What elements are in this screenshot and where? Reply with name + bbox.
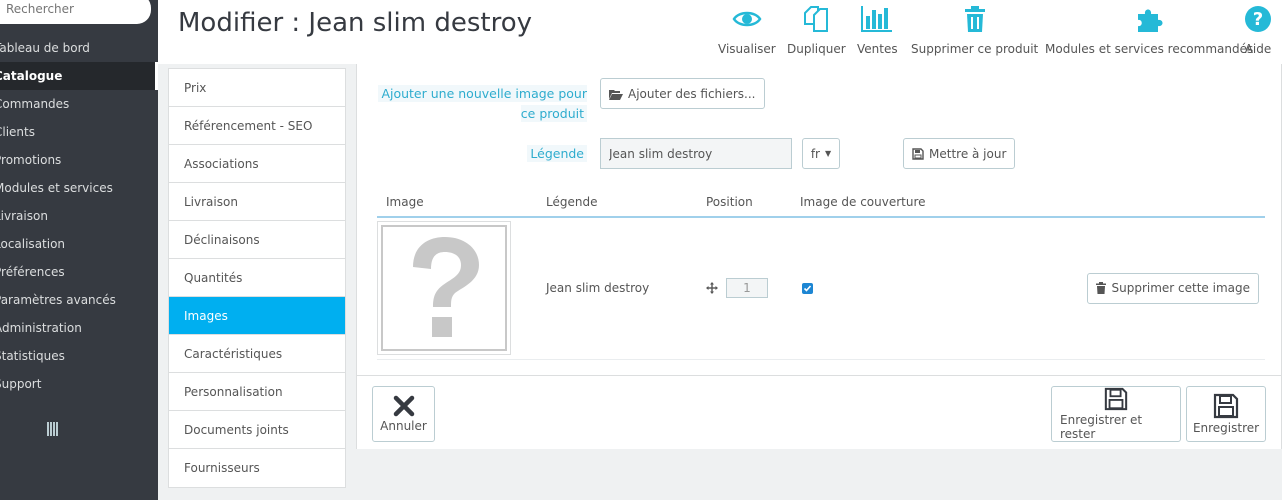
trash-icon [964, 6, 985, 32]
image-legend-cell: Jean slim destroy [537, 217, 697, 360]
sidebar-item-customers[interactable]: Clients [0, 118, 158, 146]
save-icon [912, 147, 924, 160]
sidebar-item-dashboard[interactable]: Tableau de bord [0, 34, 158, 62]
add-image-label: Ajouter une nouvelle image pour ce produ… [367, 84, 587, 124]
sidebar-item-stats[interactable]: Statistiques [0, 342, 158, 370]
column-header-position: Position [697, 188, 791, 218]
product-tabs: Prix Référencement - SEO Associations Li… [168, 68, 346, 488]
table-row: Jean slim destroy 1 Supprimer cette imag… [377, 217, 1265, 360]
caret-down-icon: ▼ [825, 149, 832, 158]
tab-quantities[interactable]: Quantités [169, 259, 345, 297]
folder-open-icon [609, 89, 623, 100]
page-title: Modifier : Jean slim destroy [178, 8, 532, 38]
search-input[interactable] [0, 0, 151, 24]
save-and-stay-button[interactable]: Enregistrer et rester [1051, 386, 1181, 442]
tab-combinations[interactable]: Déclinaisons [169, 221, 345, 259]
sidebar-item-advanced-parameters[interactable]: Paramètres avancés [0, 286, 158, 314]
update-button[interactable]: Mettre à jour [903, 138, 1016, 169]
image-cell [377, 217, 537, 360]
tab-associations[interactable]: Associations [169, 145, 345, 183]
tab-customization[interactable]: Personnalisation [169, 373, 345, 411]
eye-icon [732, 11, 762, 27]
column-header-cover: Image de couverture [791, 188, 941, 218]
position-value: 1 [726, 278, 768, 299]
images-panel: Ajouter une nouvelle image pour ce produ… [356, 64, 1282, 449]
delete-image-button[interactable]: Supprimer cette image [1087, 272, 1259, 304]
column-header-legend: Légende [537, 188, 697, 218]
actions-cell: Supprimer cette image [941, 217, 1265, 360]
tab-suppliers[interactable]: Fournisseurs [169, 449, 345, 487]
sidebar-item-administration[interactable]: Administration [0, 314, 158, 342]
tab-features[interactable]: Caractéristiques [169, 335, 345, 373]
column-header-actions [941, 188, 1265, 218]
sidebar-item-catalog[interactable]: Catalogue [0, 62, 158, 90]
sidebar-item-shipping[interactable]: Livraison [0, 202, 158, 230]
save-icon [1213, 393, 1239, 419]
trash-icon [1096, 282, 1107, 295]
add-files-button[interactable]: Ajouter des fichiers... [600, 78, 765, 109]
puzzle-icon [1138, 9, 1163, 32]
language-dropdown[interactable]: fr ▼ [802, 138, 840, 169]
delete-product-button[interactable]: Supprimer ce produit [911, 4, 1038, 56]
sidebar-item-preferences[interactable]: Préférences [0, 258, 158, 286]
save-icon [1104, 387, 1128, 411]
page-header: Modifier : Jean slim destroy Visualiser … [158, 0, 1282, 64]
drag-handle-icon[interactable] [706, 282, 718, 295]
help-button[interactable]: ? Aide [1243, 4, 1273, 56]
legend-input[interactable] [600, 138, 792, 169]
view-button[interactable]: Visualiser [718, 4, 776, 56]
save-button[interactable]: Enregistrer [1186, 386, 1266, 442]
tab-images[interactable]: Images [169, 297, 345, 335]
column-header-image: Image [377, 188, 537, 218]
cancel-button[interactable]: Annuler [372, 386, 435, 442]
sidebar-menu: Tableau de bord Catalogue Commandes Clie… [0, 34, 158, 398]
recommended-modules-button[interactable]: Modules et services recommandés [1045, 4, 1253, 56]
admin-sidebar: Tableau de bord Catalogue Commandes Clie… [0, 0, 158, 500]
cover-cell [791, 217, 941, 360]
placeholder-question-icon [413, 237, 479, 338]
menu-collapse-icon[interactable] [47, 422, 59, 436]
tab-shipping[interactable]: Livraison [169, 183, 345, 221]
tab-attachments[interactable]: Documents joints [169, 411, 345, 449]
sidebar-item-support[interactable]: Support [0, 370, 158, 398]
bar-chart-icon [861, 6, 893, 32]
help-icon: ? [1245, 6, 1271, 32]
images-table: Image Légende Position Image de couvertu… [377, 188, 1265, 360]
svg-text:?: ? [1253, 9, 1263, 30]
sidebar-item-localization[interactable]: Localisation [0, 230, 158, 258]
search-box [0, 0, 151, 24]
sidebar-item-promotions[interactable]: Promotions [0, 146, 158, 174]
tab-seo[interactable]: Référencement - SEO [169, 107, 345, 145]
sales-button[interactable]: Ventes [857, 4, 898, 56]
close-icon [393, 395, 414, 417]
tab-prices[interactable]: Prix [169, 69, 345, 107]
position-cell: 1 [697, 217, 791, 360]
cover-checkbox[interactable] [802, 282, 813, 294]
duplicate-button[interactable]: Dupliquer [787, 4, 846, 56]
sidebar-item-modules[interactable]: Modules et services [0, 174, 158, 202]
legend-label: Légende [527, 145, 587, 162]
form-footer: Annuler Enregistrer et rester Enregistre… [357, 375, 1281, 449]
checkmark-icon [803, 285, 812, 292]
copy-icon [804, 6, 829, 32]
image-thumbnail[interactable] [377, 221, 511, 356]
sidebar-item-orders[interactable]: Commandes [0, 90, 158, 118]
